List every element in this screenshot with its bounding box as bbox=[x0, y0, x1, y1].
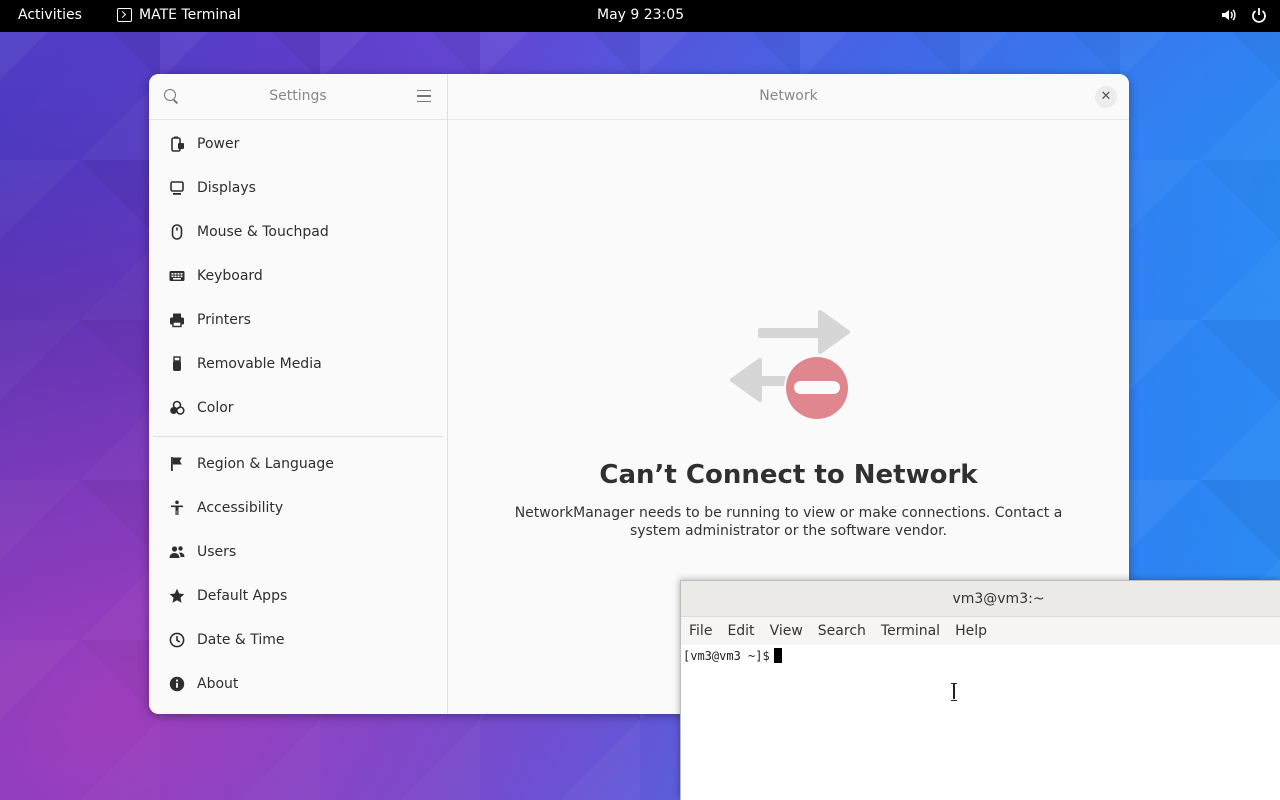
sidebar-header: Settings bbox=[149, 74, 447, 120]
volume-icon[interactable] bbox=[1220, 6, 1238, 24]
terminal-titlebar[interactable]: vm3@vm3:~ bbox=[681, 581, 1280, 617]
sidebar-item-displays[interactable]: Displays bbox=[149, 166, 447, 210]
sidebar-title: Settings bbox=[269, 88, 327, 104]
sidebar-item-label: Default Apps bbox=[197, 588, 288, 604]
mouse-icon bbox=[169, 224, 185, 240]
sidebar-item-label: Date & Time bbox=[197, 632, 285, 648]
sidebar-item-label: Mouse & Touchpad bbox=[197, 224, 329, 240]
network-disconnected-icon bbox=[730, 310, 850, 421]
settings-sidebar: Settings Power Displays Mouse & Touchpad… bbox=[149, 74, 448, 714]
sidebar-item-label: Displays bbox=[197, 180, 256, 196]
accessibility-icon bbox=[169, 500, 185, 516]
menu-search[interactable]: Search bbox=[818, 623, 866, 639]
menu-help[interactable]: Help bbox=[955, 623, 987, 639]
app-menu[interactable]: MATE Terminal bbox=[117, 7, 241, 23]
users-icon bbox=[169, 544, 185, 560]
sidebar-item-printers[interactable]: Printers bbox=[149, 298, 447, 342]
menu-terminal[interactable]: Terminal bbox=[881, 623, 940, 639]
sidebar-item-users[interactable]: Users bbox=[149, 530, 447, 574]
terminal-cursor bbox=[773, 648, 782, 663]
system-tray[interactable] bbox=[1220, 6, 1268, 24]
main-header: Network ✕ bbox=[448, 74, 1129, 120]
sidebar-item-color[interactable]: Color bbox=[149, 386, 447, 430]
menu-edit[interactable]: Edit bbox=[727, 623, 754, 639]
clock[interactable]: May 9 23:05 bbox=[597, 7, 684, 23]
keyboard-icon bbox=[169, 268, 185, 284]
sidebar-item-label: About bbox=[197, 676, 239, 692]
power-battery-icon bbox=[169, 136, 185, 152]
close-button[interactable]: ✕ bbox=[1095, 86, 1117, 108]
sidebar-item-label: Accessibility bbox=[197, 500, 284, 516]
terminal-window: vm3@vm3:~ File Edit View Search Terminal… bbox=[680, 580, 1280, 800]
sidebar-list-2: Region & Language Accessibility Users De… bbox=[149, 442, 447, 706]
sidebar-item-label: Color bbox=[197, 400, 234, 416]
activities-button[interactable]: Activities bbox=[18, 7, 82, 23]
terminal-menubar: File Edit View Search Terminal Help bbox=[681, 617, 1280, 645]
menu-file[interactable]: File bbox=[689, 623, 712, 639]
flag-icon bbox=[169, 456, 185, 472]
info-icon bbox=[169, 676, 185, 692]
display-icon bbox=[169, 180, 185, 196]
star-icon bbox=[169, 588, 185, 604]
terminal-title: vm3@vm3:~ bbox=[952, 591, 1045, 607]
menu-view[interactable]: View bbox=[770, 623, 803, 639]
terminal-output[interactable]: [vm3@vm3 ~]$ bbox=[681, 645, 1280, 799]
top-bar: Activities MATE Terminal May 9 23:05 bbox=[0, 0, 1280, 32]
app-name: MATE Terminal bbox=[139, 7, 241, 23]
terminal-icon bbox=[117, 8, 132, 22]
sidebar-item-default-apps[interactable]: Default Apps bbox=[149, 574, 447, 618]
text-cursor-icon bbox=[951, 683, 957, 701]
page-title: Network bbox=[759, 88, 818, 104]
empty-state-message: NetworkManager needs to be running to vi… bbox=[514, 505, 1063, 539]
sidebar-item-label: Users bbox=[197, 544, 237, 560]
sidebar-list: Power Displays Mouse & Touchpad Keyboard… bbox=[149, 120, 447, 430]
power-icon[interactable] bbox=[1250, 6, 1268, 24]
sidebar-item-date-time[interactable]: Date & Time bbox=[149, 618, 447, 662]
sidebar-item-label: Keyboard bbox=[197, 268, 263, 284]
sidebar-item-removable-media[interactable]: Removable Media bbox=[149, 342, 447, 386]
sidebar-item-label: Removable Media bbox=[197, 356, 322, 372]
sidebar-item-label: Printers bbox=[197, 312, 251, 328]
clock-icon bbox=[169, 632, 185, 648]
sidebar-item-about[interactable]: About bbox=[149, 662, 447, 706]
sidebar-divider bbox=[153, 436, 443, 437]
sidebar-item-accessibility[interactable]: Accessibility bbox=[149, 486, 447, 530]
terminal-prompt: [vm3@vm3 ~]$ bbox=[683, 649, 770, 663]
sidebar-item-mouse[interactable]: Mouse & Touchpad bbox=[149, 210, 447, 254]
sidebar-item-label: Power bbox=[197, 136, 240, 152]
sidebar-item-power[interactable]: Power bbox=[149, 122, 447, 166]
hamburger-menu-icon[interactable] bbox=[417, 90, 431, 102]
sidebar-item-keyboard[interactable]: Keyboard bbox=[149, 254, 447, 298]
usb-icon bbox=[169, 356, 185, 372]
sidebar-item-label: Region & Language bbox=[197, 456, 334, 472]
printer-icon bbox=[169, 312, 185, 328]
empty-state-heading: Can’t Connect to Network bbox=[599, 460, 978, 490]
sidebar-item-region-language[interactable]: Region & Language bbox=[149, 442, 447, 486]
color-icon bbox=[169, 400, 185, 416]
